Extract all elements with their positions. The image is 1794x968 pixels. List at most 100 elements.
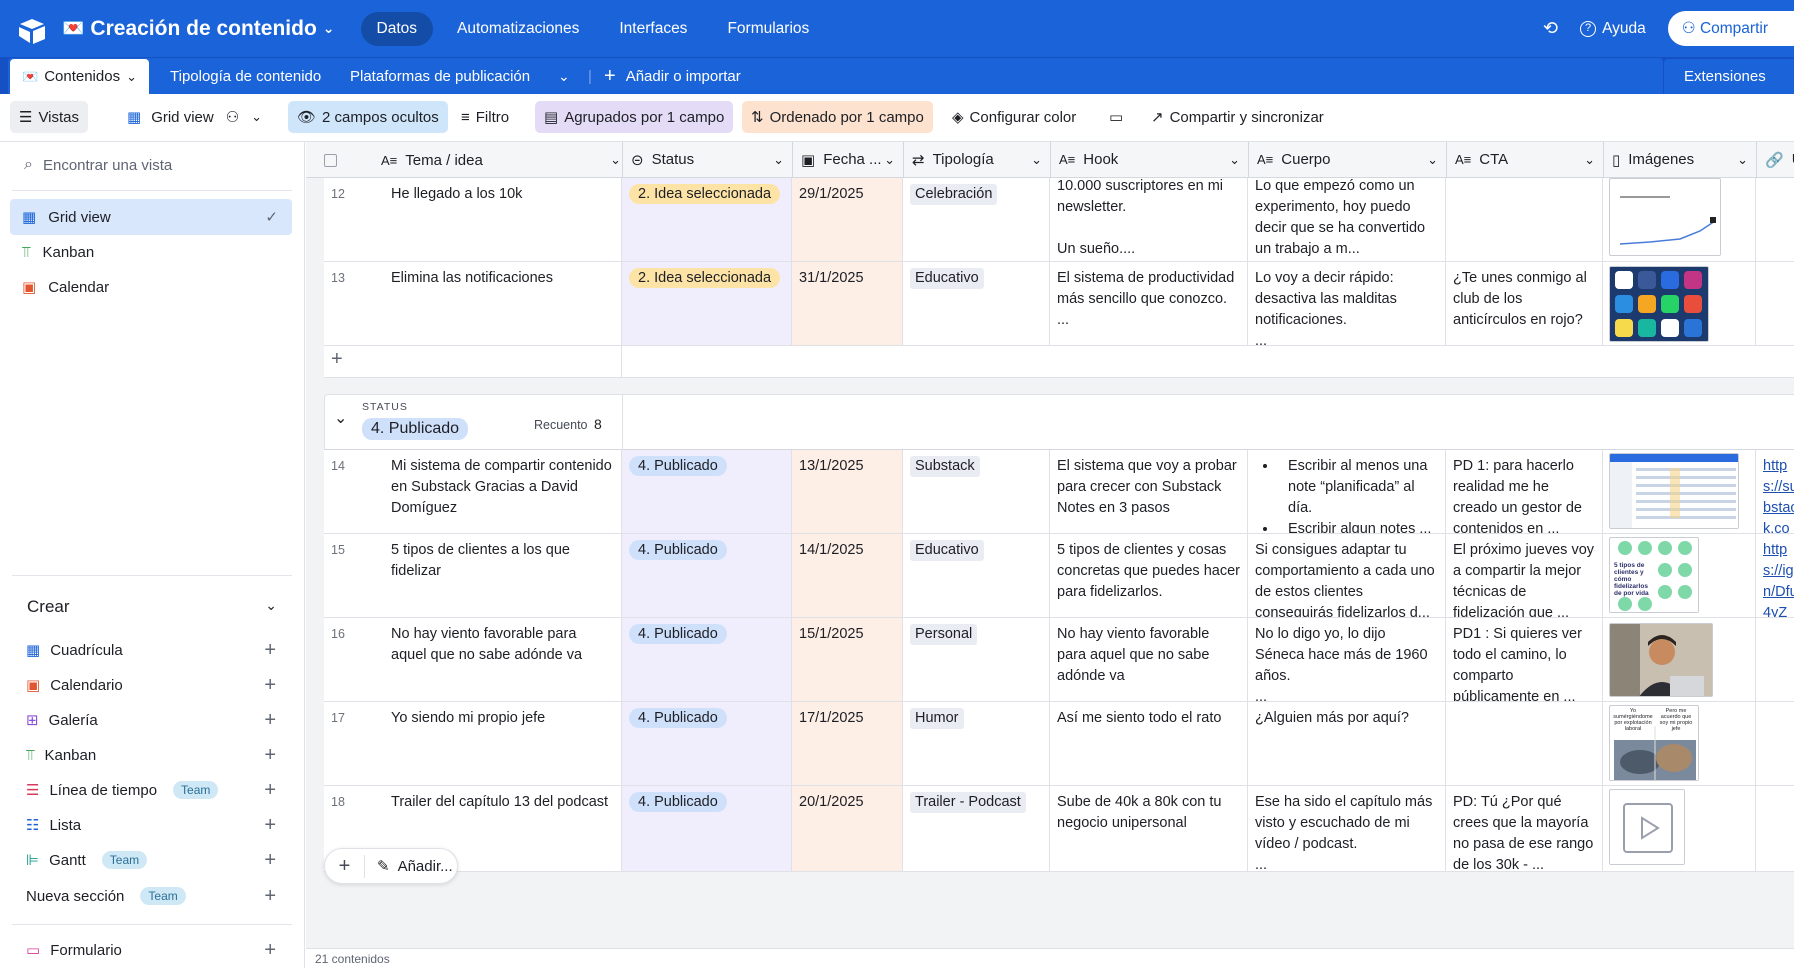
cell-status[interactable]: 4. Publicado bbox=[622, 534, 792, 618]
cell-imagenes[interactable] bbox=[1603, 450, 1756, 534]
cell-cuerpo[interactable]: Si consigues adaptar tu comportamiento a… bbox=[1248, 534, 1446, 618]
view-search[interactable]: ⌕ Encontrar una vista bbox=[24, 156, 172, 174]
cell-cta[interactable]: ¿Te unes conmigo al club de los anticírc… bbox=[1446, 262, 1603, 346]
image-thumbnail-portrait[interactable] bbox=[1609, 623, 1713, 697]
cell-imagenes[interactable] bbox=[1603, 262, 1756, 346]
cell-tipologia[interactable]: Personal bbox=[903, 618, 1050, 702]
color-button[interactable]: ◈ Configurar color bbox=[943, 101, 1085, 133]
create-grid[interactable]: ▦ Cuadrícula + bbox=[26, 635, 276, 665]
create-timeline[interactable]: ☰ Línea de tiempo Team + bbox=[26, 775, 276, 805]
cell-imagenes[interactable]: Yo sumérgiéndome por explotación laboral… bbox=[1603, 702, 1756, 786]
cell-cuerpo[interactable]: No lo digo yo, lo dijo Séneca hace más d… bbox=[1248, 618, 1446, 702]
cell-cta[interactable] bbox=[1446, 702, 1603, 786]
cell-hook[interactable]: El sistema de productividad más sencillo… bbox=[1050, 262, 1248, 346]
row-height-button[interactable]: ▭ bbox=[1100, 101, 1132, 133]
cell-status[interactable]: 4. Publicado bbox=[622, 786, 792, 872]
share-sync-button[interactable]: ↗ Compartir y sincronizar bbox=[1142, 101, 1333, 133]
column-header-cuerpo[interactable]: A≡ Cuerpo ⌄ bbox=[1248, 142, 1446, 178]
cell-cta[interactable]: PD1 : Si quieres ver todo el camino, lo … bbox=[1446, 618, 1603, 702]
tab-tipologia[interactable]: Tipología de contenido bbox=[170, 59, 321, 94]
airtable-logo-icon[interactable] bbox=[14, 11, 50, 47]
add-record-row[interactable]: + bbox=[324, 346, 622, 378]
sort-button[interactable]: ⇅ Ordenado por 1 campo bbox=[742, 101, 933, 133]
url-link[interactable]: https://ign/Dfu4yZ bbox=[1763, 540, 1794, 617]
cell-url[interactable] bbox=[1756, 786, 1794, 872]
views-toggle-button[interactable]: ☰ Vistas bbox=[10, 101, 89, 133]
cell-url[interactable] bbox=[1756, 178, 1794, 262]
cell-tipologia[interactable]: Celebración bbox=[903, 178, 1050, 262]
group-button[interactable]: ▤ Agrupados por 1 campo bbox=[535, 101, 734, 133]
cell-url[interactable]: https://ign/Dfu4yZ bbox=[1756, 534, 1794, 618]
cell-status[interactable]: 4. Publicado bbox=[622, 702, 792, 786]
cell-imagenes[interactable] bbox=[1603, 178, 1756, 262]
cell-tema[interactable]: Yo siendo mi propio jefe bbox=[371, 702, 622, 786]
hidden-fields-button[interactable]: 👁 2 campos ocultos bbox=[288, 101, 448, 133]
cell-url[interactable] bbox=[1756, 262, 1794, 346]
cell-tema[interactable]: Elimina las notificaciones bbox=[371, 262, 622, 346]
cell-hook[interactable]: El sistema que voy a probar para crecer … bbox=[1050, 450, 1248, 534]
cell-fecha[interactable]: 13/1/2025 bbox=[792, 450, 903, 534]
cell-hook[interactable]: Así me siento todo el rato bbox=[1050, 702, 1248, 786]
view-switcher[interactable]: ▦ Grid view ⚇ ⌄ bbox=[118, 101, 271, 133]
cell-cuerpo[interactable]: Lo voy a decir rápido: desactiva las mal… bbox=[1248, 262, 1446, 346]
cell-status[interactable]: 2. Idea seleccionada bbox=[622, 262, 792, 346]
cell-fecha[interactable]: 15/1/2025 bbox=[792, 618, 903, 702]
column-header-hook[interactable]: A≡ Hook ⌄ bbox=[1050, 142, 1248, 178]
tab-plataformas[interactable]: Plataformas de publicación bbox=[350, 59, 530, 94]
sidebar-view-kanban[interactable]: ⫪ Kanban bbox=[10, 234, 292, 270]
cell-hook[interactable]: Sube de 40k a 80k con tu negocio unipers… bbox=[1050, 786, 1248, 872]
cell-tipologia[interactable]: Substack bbox=[903, 450, 1050, 534]
sidebar-view-calendar[interactable]: ▣ Calendar bbox=[10, 269, 292, 305]
cell-cta[interactable]: PD: Tú ¿Por qué crees que la mayoría no … bbox=[1446, 786, 1603, 872]
add-with-ai-button[interactable]: ✎ Añadir... bbox=[365, 857, 453, 876]
cell-tema[interactable]: 5 tipos de clientes a los que fidelizar bbox=[371, 534, 622, 618]
nav-automatizaciones[interactable]: Automatizaciones bbox=[441, 12, 595, 46]
create-section-header[interactable]: Crear ⌄ bbox=[27, 597, 277, 617]
cell-tema[interactable]: He llegado a los 10k bbox=[371, 178, 622, 262]
cell-cuerpo[interactable]: Escribir al menos una note “planificada”… bbox=[1248, 450, 1446, 534]
create-form[interactable]: ▭ Formulario + bbox=[26, 935, 276, 965]
create-calendar[interactable]: ▣ Calendario + bbox=[26, 670, 276, 700]
create-gallery[interactable]: ⊞ Galería + bbox=[26, 705, 276, 735]
cell-cuerpo[interactable]: Ese ha sido el capítulo más visto y escu… bbox=[1248, 786, 1446, 872]
select-all-checkbox[interactable] bbox=[324, 142, 354, 178]
column-header-imagenes[interactable]: ▯ Imágenes ⌄ bbox=[1603, 142, 1756, 178]
sidebar-view-grid[interactable]: ▦ Grid view ✓ bbox=[10, 199, 292, 235]
add-import-button[interactable]: + Añadir o importar bbox=[604, 59, 741, 94]
cell-status[interactable]: 4. Publicado bbox=[622, 618, 792, 702]
tabs-more-chevron-icon[interactable]: ⌄ bbox=[558, 59, 570, 94]
url-link[interactable]: https://substack.com/estas/quiere bbox=[1763, 456, 1794, 533]
cell-cta[interactable]: El próximo jueves voy a compartir la mej… bbox=[1446, 534, 1603, 618]
column-header-status[interactable]: ⊝ Status ⌄ bbox=[622, 142, 792, 178]
cell-hook[interactable]: 10.000 suscriptores en mi newsletter. Un… bbox=[1050, 178, 1248, 262]
cell-tipologia[interactable]: Humor bbox=[903, 702, 1050, 786]
column-header-url[interactable]: 🔗 UR bbox=[1756, 142, 1794, 178]
cell-hook[interactable]: No hay viento favorable para aquel que n… bbox=[1050, 618, 1248, 702]
cell-imagenes[interactable] bbox=[1603, 786, 1756, 872]
cell-tipologia[interactable]: Trailer - Podcast bbox=[903, 786, 1050, 872]
cell-fecha[interactable]: 20/1/2025 bbox=[792, 786, 903, 872]
help-button[interactable]: ? Ayuda bbox=[1580, 20, 1646, 38]
image-thumbnail-screenshot[interactable] bbox=[1609, 453, 1739, 529]
tab-contenidos[interactable]: 💌 Contenidos ⌄ bbox=[10, 59, 149, 94]
column-header-fecha[interactable]: ▣ Fecha ... ⌄ bbox=[792, 142, 903, 178]
column-header-cta[interactable]: A≡ CTA ⌄ bbox=[1446, 142, 1603, 178]
extensions-button[interactable]: Extensiones bbox=[1664, 59, 1794, 94]
base-title[interactable]: 💌 Creación de contenido ⌄ bbox=[62, 17, 335, 41]
create-list[interactable]: ☷ Lista + bbox=[26, 810, 276, 840]
create-kanban[interactable]: ⫪ Kanban + bbox=[26, 740, 276, 770]
image-thumbnail-chart[interactable] bbox=[1609, 178, 1721, 256]
cell-hook[interactable]: 5 tipos de clientes y cosas concretas qu… bbox=[1050, 534, 1248, 618]
cell-imagenes[interactable]: 5 tipos de clientes y cómo fidelizarlos … bbox=[1603, 534, 1756, 618]
nav-interfaces[interactable]: Interfaces bbox=[603, 12, 703, 46]
cell-tipologia[interactable]: Educativo bbox=[903, 534, 1050, 618]
image-thumbnail-meme[interactable]: Yo sumérgiéndome por explotación laboral… bbox=[1609, 705, 1699, 781]
column-header-tipologia[interactable]: ⇄ Tipología ⌄ bbox=[903, 142, 1050, 178]
cell-status[interactable]: 4. Publicado bbox=[622, 450, 792, 534]
image-thumbnail-clientes[interactable]: 5 tipos de clientes y cómo fidelizarlos … bbox=[1609, 537, 1699, 613]
image-thumbnail-app-icons[interactable] bbox=[1609, 266, 1709, 342]
cell-imagenes[interactable] bbox=[1603, 618, 1756, 702]
cell-fecha[interactable]: 17/1/2025 bbox=[792, 702, 903, 786]
cell-url[interactable] bbox=[1756, 618, 1794, 702]
create-gantt[interactable]: ⊫ Gantt Team + bbox=[26, 845, 276, 875]
